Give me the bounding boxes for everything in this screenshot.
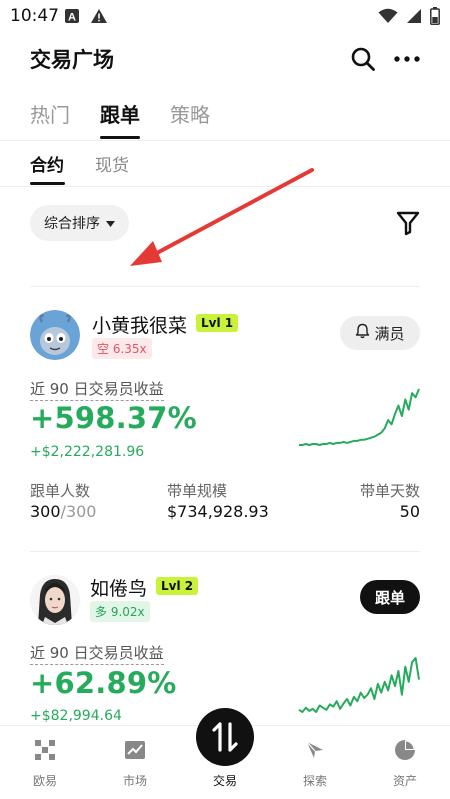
divider [0, 140, 450, 141]
stat-label-aum: 带单规模 [167, 482, 228, 500]
bottom-nav: 欧易 市场 交易 探索 资产 [0, 708, 450, 799]
status-bar: 10:47 A [0, 0, 450, 30]
search-icon[interactable] [350, 46, 376, 72]
nav-label: 探索 [302, 774, 327, 788]
trader-card[interactable]: 如倦鸟 Lvl 2 多 9.02x 跟单 近 90 日交易员收益 +62.89%… [30, 570, 420, 725]
divider [30, 286, 420, 287]
trader-avatar[interactable] [30, 575, 80, 625]
pnl-percent: +598.37% [30, 401, 197, 435]
signal-icon [406, 8, 422, 28]
level-badge: Lvl 2 [156, 577, 199, 595]
chart-icon [123, 738, 147, 762]
nav-label: 交易 [212, 774, 237, 788]
stat-label-days: 带单天数 [359, 482, 420, 500]
tab-active-indicator [100, 136, 140, 139]
tab-strategy[interactable]: 策略 [170, 99, 210, 128]
trader-name[interactable]: 如倦鸟 [90, 574, 147, 601]
subtab-spot[interactable]: 现货 [95, 151, 129, 176]
position-side-badge: 空 6.35x [92, 338, 152, 359]
sort-label: 综合排序 [44, 216, 100, 232]
divider [0, 186, 450, 187]
pie-chart-icon [393, 738, 417, 762]
tab-copy-trading[interactable]: 跟单 [100, 99, 140, 128]
nav-item-explore[interactable]: 探索 [280, 726, 350, 799]
nav-item-assets[interactable]: 资产 [370, 726, 440, 799]
divider [30, 551, 420, 552]
level-badge: Lvl 1 [196, 314, 239, 332]
more-icon[interactable] [392, 46, 422, 72]
pnl-sparkline [298, 657, 420, 713]
caret-down-icon [106, 215, 115, 231]
bell-icon [355, 323, 370, 343]
follow-button[interactable]: 跟单 [360, 580, 420, 614]
subtab-futures[interactable]: 合约 [30, 151, 64, 176]
full-button-label: 满员 [374, 324, 405, 343]
sub-tabs: 合约 现货 [0, 150, 450, 186]
main-tabs: 热门 跟单 策略 [0, 96, 450, 140]
follow-button-label: 跟单 [374, 588, 405, 607]
stat-value-days: 50 [399, 502, 420, 521]
trader-card[interactable]: 小黄我很菜 Lvl 1 空 6.35x 满员 近 90 日交易员收益 +598.… [30, 305, 420, 545]
nav-item-market[interactable]: 市场 [100, 726, 170, 799]
pnl-amount: +$2,222,281.96 [30, 444, 145, 460]
trader-avatar[interactable] [30, 310, 80, 360]
compass-icon [303, 738, 327, 762]
trade-swap-icon[interactable] [196, 708, 254, 766]
pnl-amount: +$82,994.64 [30, 708, 122, 724]
svg-text:A: A [68, 12, 76, 24]
a-box-icon: A [64, 8, 80, 28]
status-time: 10:47 [10, 6, 59, 26]
sort-dropdown[interactable]: 综合排序 [30, 205, 129, 241]
top-bar: 交易广场 [0, 36, 450, 80]
subtab-active-indicator [30, 182, 65, 185]
position-side-badge: 多 9.02x [90, 601, 150, 622]
tab-hot[interactable]: 热门 [30, 99, 70, 128]
nav-label: 资产 [392, 774, 417, 788]
filter-icon[interactable] [396, 210, 420, 236]
sparkline-path [299, 388, 420, 446]
stat-value-aum: $734,928.93 [167, 502, 269, 521]
metric-label: 近 90 日交易员收益 [30, 642, 164, 665]
stat-label-followers: 跟单人数 [30, 482, 91, 500]
nav-label: 市场 [122, 774, 147, 788]
battery-icon [430, 7, 440, 29]
metric-label: 近 90 日交易员收益 [30, 378, 164, 401]
nav-item-okx[interactable]: 欧易 [10, 726, 80, 799]
pnl-percent: +62.89% [30, 666, 177, 700]
okx-logo-icon [33, 738, 57, 762]
previous-card-stats-row [0, 240, 450, 256]
stat-value-followers: 300/300 [30, 502, 97, 521]
warning-icon [90, 8, 108, 28]
sparkline-path [298, 657, 420, 713]
page-title: 交易广场 [30, 48, 114, 72]
nav-item-trade[interactable]: 交易 [190, 708, 260, 799]
wifi-icon [378, 8, 398, 28]
nav-label: 欧易 [32, 774, 57, 788]
full-notify-button[interactable]: 满员 [340, 316, 420, 350]
pnl-sparkline [299, 388, 420, 446]
trader-name[interactable]: 小黄我很菜 [92, 311, 187, 338]
